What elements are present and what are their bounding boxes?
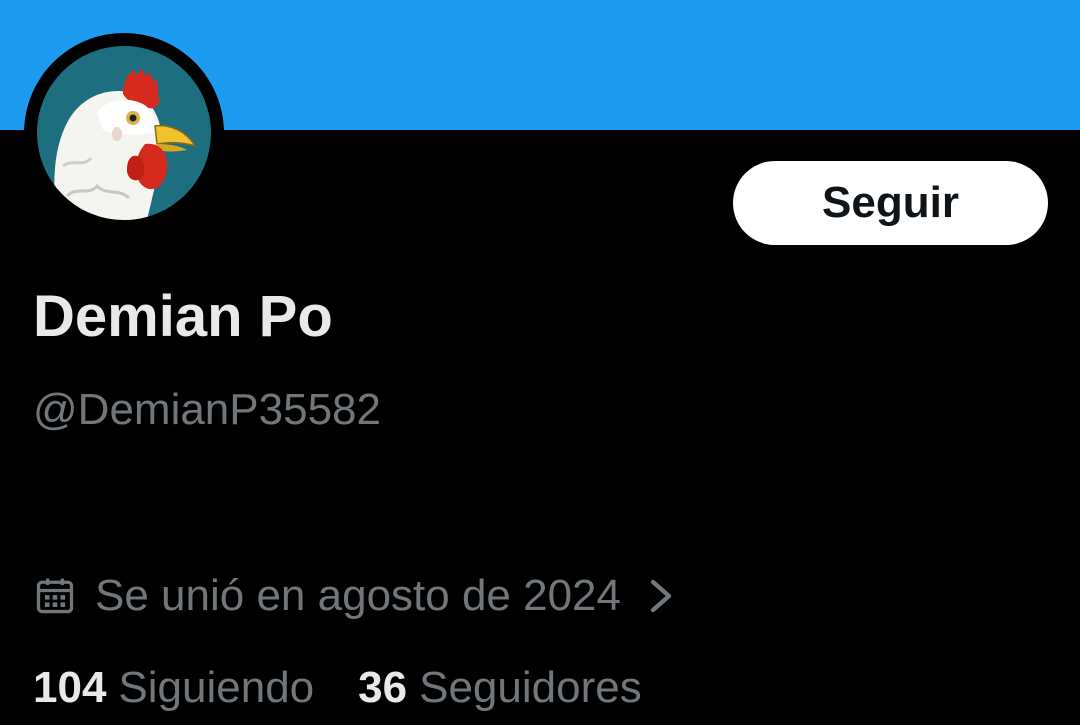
chevron-right-icon bbox=[650, 579, 672, 613]
calendar-icon bbox=[36, 578, 74, 614]
display-name: Demian Po bbox=[33, 284, 333, 349]
following-label: Siguiendo bbox=[118, 663, 315, 712]
handle: @DemianP35582 bbox=[33, 385, 381, 434]
join-date[interactable]: Se unió en agosto de 2024 bbox=[33, 568, 677, 624]
following-count: 104 bbox=[33, 663, 107, 712]
profile-stats: 104 Siguiendo 36 Seguidores bbox=[33, 660, 642, 716]
following-stat[interactable]: 104 Siguiendo bbox=[33, 660, 314, 716]
rooster-avatar-icon bbox=[37, 46, 211, 220]
avatar[interactable] bbox=[24, 33, 224, 233]
join-date-text: Se unió en agosto de 2024 bbox=[95, 571, 622, 620]
followers-stat[interactable]: 36 Seguidores bbox=[358, 660, 642, 716]
follow-button[interactable]: Seguir bbox=[733, 161, 1048, 245]
followers-count: 36 bbox=[358, 663, 408, 712]
followers-label: Seguidores bbox=[419, 663, 642, 712]
